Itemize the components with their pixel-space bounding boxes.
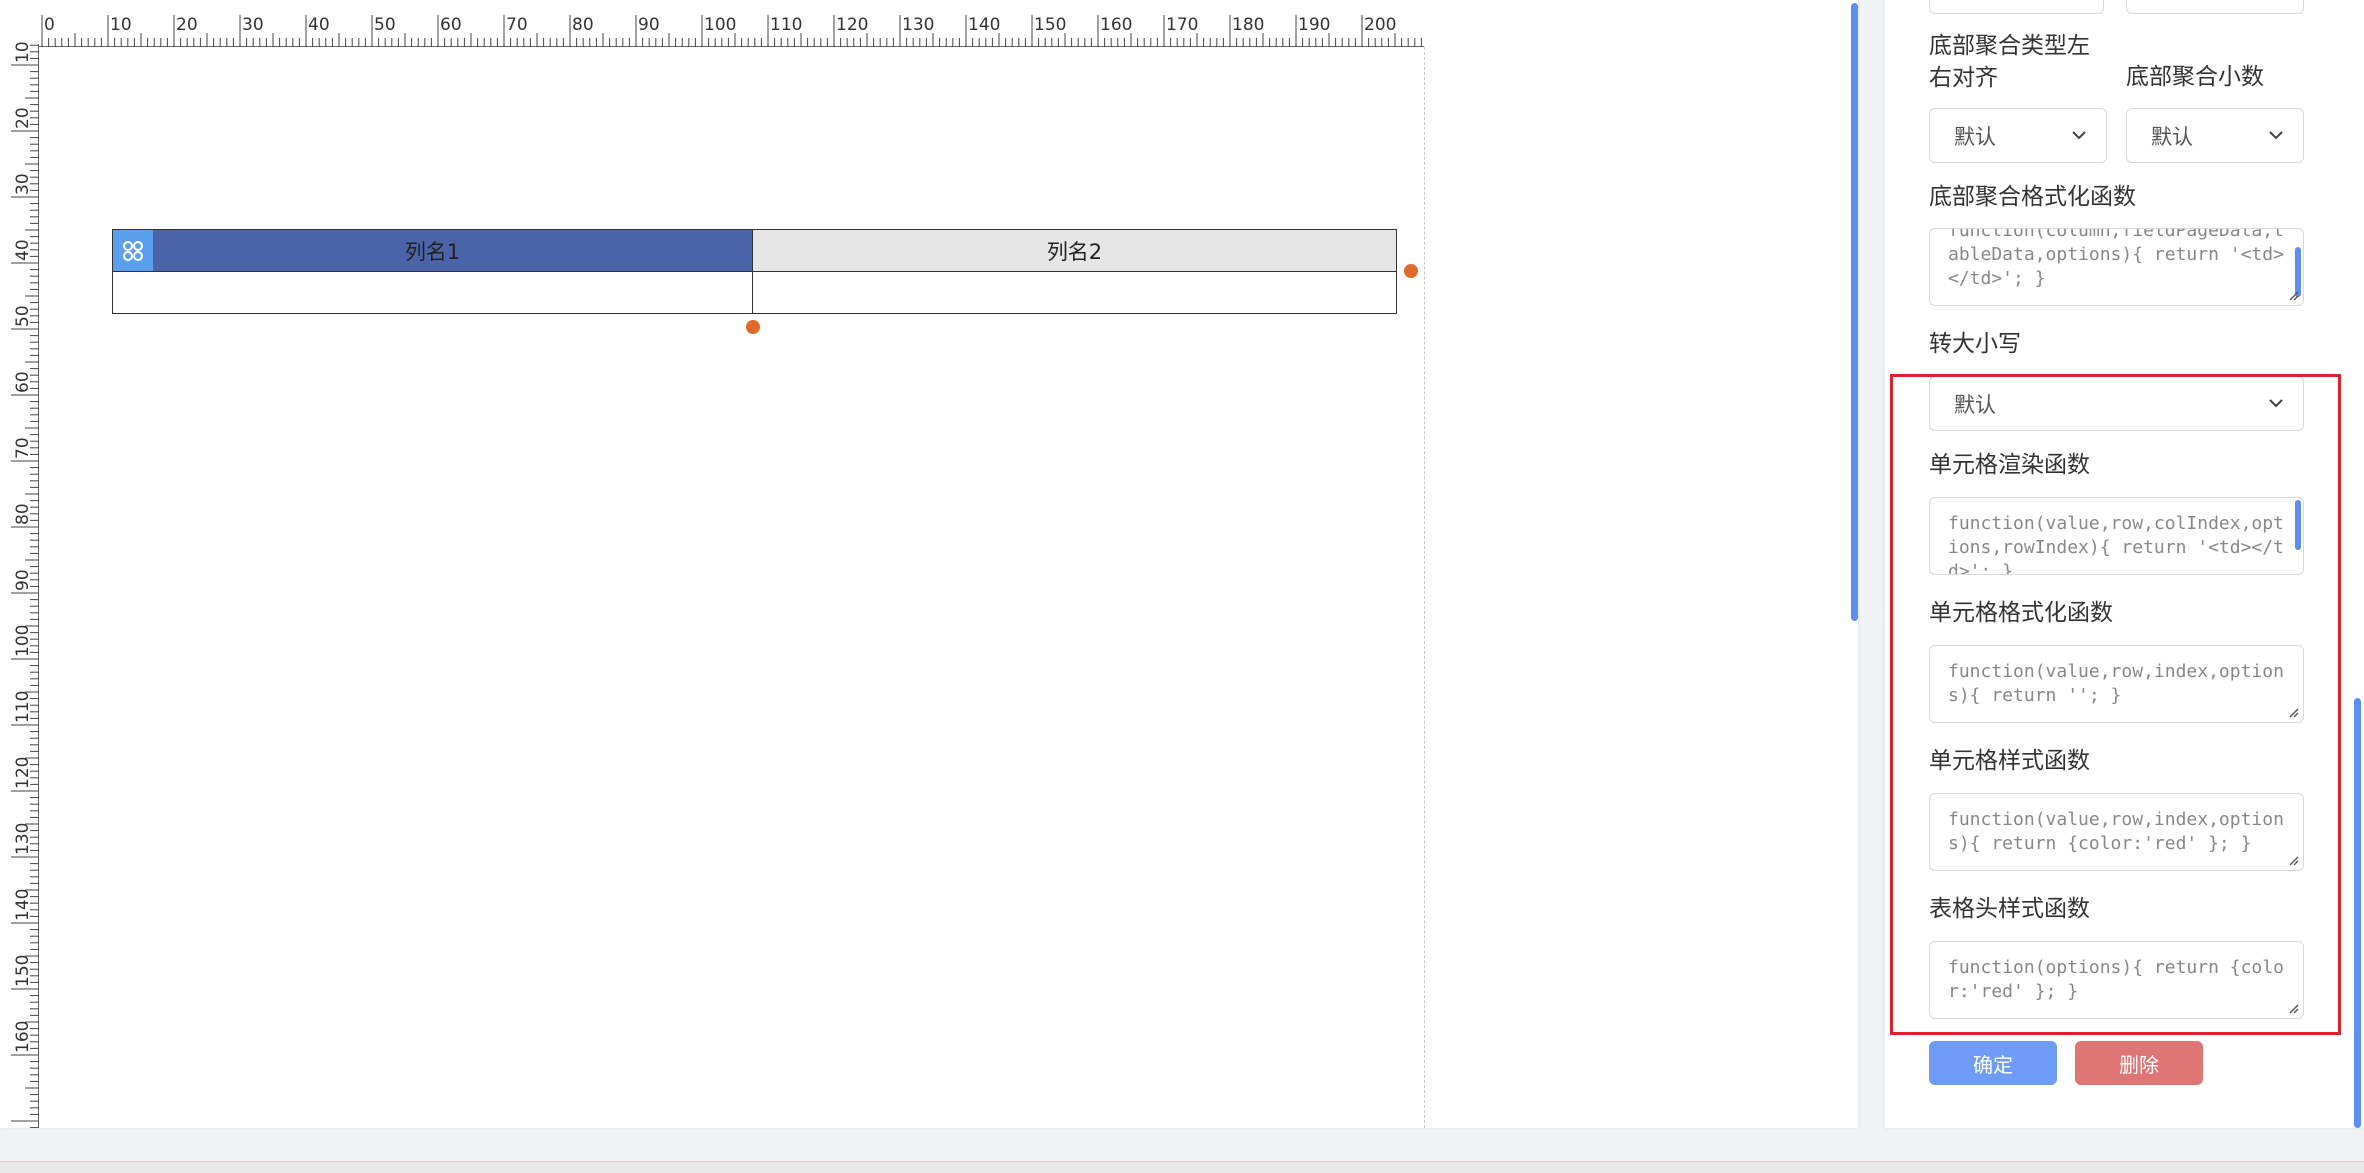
table-element[interactable]: 列名1 列名2 — [112, 229, 1397, 314]
ruler-top-label: 50 — [374, 15, 396, 35]
ruler-top-label: 150 — [1034, 15, 1067, 35]
ruler-left-label: 90 — [13, 569, 33, 591]
ruler-left-label: 60 — [13, 371, 33, 393]
chevron-down-icon — [2269, 399, 2283, 408]
panel-scrollbar[interactable] — [2354, 698, 2361, 1128]
ruler-left-label: 110 — [13, 690, 33, 723]
ruler-top-label: 140 — [968, 15, 1001, 35]
footer-agg-align-label: 底部聚合类型左右对齐 — [1929, 33, 2090, 91]
resize-grip-icon[interactable] — [2287, 289, 2299, 301]
resize-handle-right[interactable] — [1404, 264, 1418, 278]
footer-agg-format-label: 底部聚合格式化函数 — [1929, 184, 2136, 210]
table-header-row: 列名1 列名2 — [112, 229, 1397, 272]
case-label: 转大小写 — [1929, 331, 2021, 357]
ruler-left-label: 30 — [13, 173, 33, 195]
resize-grip-icon[interactable] — [2287, 1002, 2299, 1014]
footer-agg-decimal-select[interactable]: 默认 — [2126, 108, 2304, 163]
textarea-value: function(value,row,index,options){ retur… — [1948, 661, 2284, 706]
ruler-left-label: 20 — [13, 107, 33, 129]
ruler-top: 0 10 20 30 40 50 60 70 80 90 100 110 120 130 140 150 160… — [38, 15, 1424, 47]
table-cell[interactable] — [112, 271, 753, 314]
cell-format-textarea[interactable]: function(value,row,index,options){ retur… — [1929, 645, 2304, 723]
ruler-top-label: 40 — [308, 15, 330, 35]
ruler-left-label: 70 — [13, 437, 33, 459]
ruler-left-label: 80 — [13, 503, 33, 525]
ruler-top-label: 110 — [770, 15, 803, 35]
case-select[interactable]: 默认 — [1929, 376, 2304, 431]
select-value: 默认 — [1954, 392, 1996, 417]
ruler-left-label: 40 — [13, 239, 33, 261]
cell-render-textarea[interactable]: function(value,row,colIndex,options,rowI… — [1929, 497, 2304, 575]
bottom-bar — [0, 1161, 2364, 1173]
select-value: 默认 — [1954, 124, 1996, 149]
ruler-top-label: 200 — [1364, 15, 1397, 35]
column-header-2[interactable]: 列名2 — [752, 229, 1397, 272]
footer-agg-format-textarea[interactable]: function(column,fieldPageData,tableData,… — [1929, 228, 2304, 306]
ruler-left-label: 140 — [13, 888, 33, 921]
ruler-left-label: 150 — [13, 954, 33, 987]
design-canvas[interactable]: 0 10 20 30 40 50 60 70 80 90 100 110 120 130 140 150 160… — [0, 0, 1858, 1128]
ruler-top-label: 190 — [1298, 15, 1331, 35]
footer-agg-decimal-label: 底部聚合小数 — [2126, 64, 2264, 90]
ruler-left-label: 50 — [13, 305, 33, 327]
resize-grip-icon[interactable] — [2287, 854, 2299, 866]
ruler-top-label: 130 — [902, 15, 935, 35]
column-header-1[interactable]: 列名1 — [112, 229, 753, 272]
header-style-label: 表格头样式函数 — [1929, 896, 2090, 922]
textarea-value: function(value,row,index,options){ retur… — [1948, 809, 2284, 854]
footer-agg-align-select[interactable]: 默认 — [1929, 108, 2107, 163]
ruler-left-label: 100 — [13, 624, 33, 657]
textarea-scrollbar[interactable] — [2295, 500, 2301, 550]
ruler-top-label: 30 — [242, 15, 264, 35]
ruler-top-label: 60 — [440, 15, 462, 35]
ruler-left-label: 10 — [13, 41, 33, 63]
chevron-down-icon — [2072, 131, 2086, 140]
ruler-top-label: 90 — [638, 15, 660, 35]
ruler-top-label: 170 — [1166, 15, 1199, 35]
cell-render-label: 单元格渲染函数 — [1929, 452, 2090, 478]
paper-area[interactable] — [38, 47, 1425, 1128]
cell-style-label: 单元格样式函数 — [1929, 748, 2090, 774]
ruler-left-label: 130 — [13, 822, 33, 855]
partial-field-top-left[interactable] — [1929, 0, 2104, 14]
textarea-value: function(options){ return {color:'red' }… — [1948, 957, 2284, 1002]
ruler-top-label: 160 — [1100, 15, 1133, 35]
ruler-top-label: 0 — [44, 15, 55, 35]
property-panel: 底部聚合类型左右对齐 底部聚合小数 默认 默认 底部聚合格式化函数 functi… — [1885, 0, 2364, 1128]
resize-grip-icon[interactable] — [2287, 706, 2299, 718]
delete-button[interactable]: 删除 — [2075, 1041, 2203, 1085]
ruler-top-label: 180 — [1232, 15, 1265, 35]
ruler-top-label: 120 — [836, 15, 869, 35]
table-cell[interactable] — [752, 271, 1397, 314]
table-row — [112, 271, 1397, 314]
header-style-textarea[interactable]: function(options){ return {color:'red' }… — [1929, 941, 2304, 1019]
table-drag-handle[interactable] — [113, 230, 153, 271]
textarea-value: function(value,row,colIndex,options,rowI… — [1948, 513, 2284, 575]
ruler-top-label: 70 — [506, 15, 528, 35]
chevron-down-icon — [2269, 131, 2283, 140]
ruler-left-label: 160 — [13, 1020, 33, 1053]
confirm-button[interactable]: 确定 — [1929, 1041, 2057, 1085]
ruler-top-label: 20 — [176, 15, 198, 35]
ruler-top-label: 100 — [704, 15, 737, 35]
cell-format-label: 单元格格式化函数 — [1929, 600, 2113, 626]
ruler-left-label: 120 — [13, 756, 33, 789]
cell-style-textarea[interactable]: function(value,row,index,options){ retur… — [1929, 793, 2304, 871]
canvas-scrollbar[interactable] — [1851, 3, 1858, 621]
ruler-left: 10 20 30 40 50 60 70 80 90 100 110 120 130 140 150 160 — [11, 41, 39, 1128]
grid-icon — [123, 240, 143, 261]
ruler-top-label: 10 — [110, 15, 132, 35]
textarea-value: function(column,fieldPageData,tableData,… — [1948, 228, 2284, 289]
select-value: 默认 — [2151, 124, 2193, 149]
resize-handle-bottom[interactable] — [746, 320, 760, 334]
ruler-top-label: 80 — [572, 15, 594, 35]
partial-field-top-right[interactable] — [2126, 0, 2304, 14]
